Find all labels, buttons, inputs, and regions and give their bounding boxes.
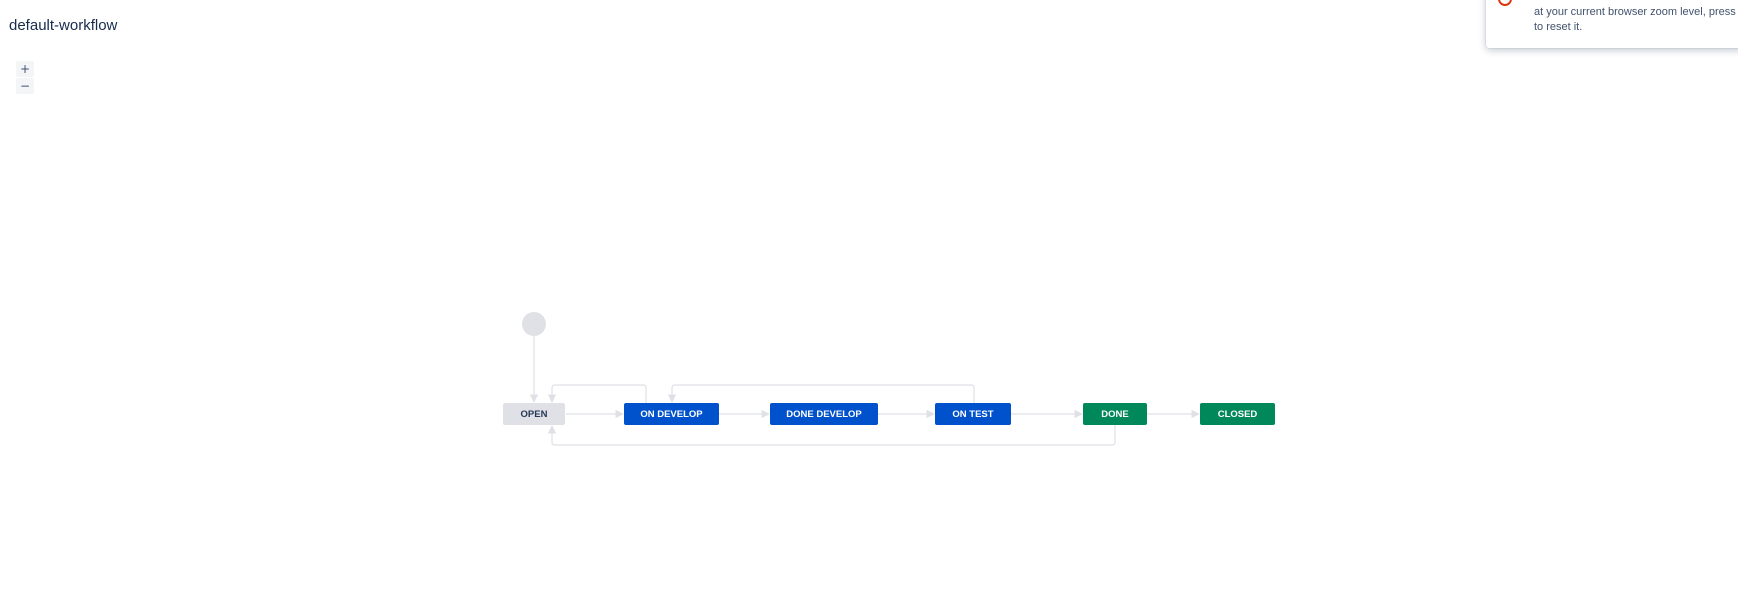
transition-on-develop-open[interactable] xyxy=(547,384,647,403)
status-on-develop[interactable]: ON DEVELOP xyxy=(624,403,719,425)
transition-on-test-on-develop[interactable] xyxy=(667,384,975,403)
status-on-test[interactable]: ON TEST xyxy=(935,403,1011,425)
status-done-develop[interactable]: DONE DEVELOP xyxy=(770,403,878,425)
status-closed[interactable]: CLOSED xyxy=(1200,403,1275,425)
transitions xyxy=(529,336,1200,446)
initial-node xyxy=(522,312,546,336)
status-open[interactable]: OPEN xyxy=(503,403,565,425)
status-label: ON DEVELOP xyxy=(640,409,703,420)
status-label: OPEN xyxy=(521,409,548,420)
error-icon xyxy=(1498,0,1512,6)
status-label: CLOSED xyxy=(1218,409,1258,420)
status-done[interactable]: DONE xyxy=(1083,403,1147,425)
status-label: DONE xyxy=(1101,409,1128,420)
transition-done-open[interactable] xyxy=(547,425,1116,446)
status-label: DONE DEVELOP xyxy=(786,409,862,420)
zoom-warning-toast: at your current browser zoom level, pres… xyxy=(1486,0,1738,48)
workflow-viewer: default-workflow + − OPEN ON DEVELOP DON… xyxy=(0,0,1738,603)
toast-message: at your current browser zoom level, pres… xyxy=(1534,6,1738,33)
workflow-diagram: OPEN ON DEVELOP DONE DEVELOP ON TEST DON… xyxy=(503,312,1275,446)
status-label: ON TEST xyxy=(952,409,993,420)
